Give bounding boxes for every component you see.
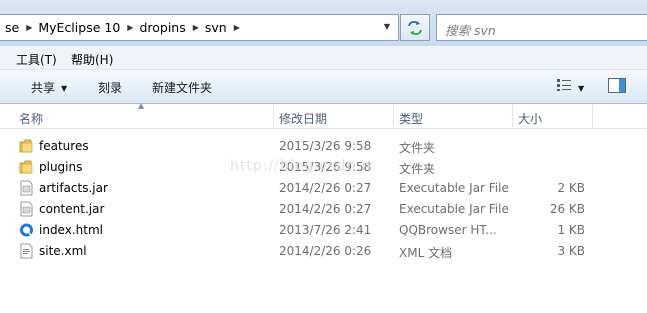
chevron-down-icon: ▼ [578,84,585,93]
file-size: 3 KB [557,244,585,258]
xml-file-icon [20,243,33,259]
file-row[interactable]: content.jar 2014/2/26 0:27 Executable Ja… [0,199,647,220]
file-row[interactable]: artifacts.jar 2014/2/26 0:27 Executable … [0,178,647,199]
file-type: XML 文档 [399,246,453,260]
file-list: features 2015/3/26 9:58 文件夹 plugins 2015… [0,136,647,262]
chevron-down-icon: ▼ [61,84,68,93]
breadcrumb-separator-icon[interactable]: ▶ [25,23,33,32]
jar-file-icon [20,201,33,217]
file-row[interactable]: plugins 2015/3/26 9:58 文件夹 [0,157,647,178]
column-headers: ▲ 名称 修改日期 类型 大小 [0,101,647,129]
file-date: 2015/3/26 9:58 [279,139,372,153]
search-placeholder: 搜索 svn [445,23,496,38]
column-divider[interactable] [273,104,274,128]
file-date: 2014/2/26 0:27 [279,181,372,195]
jar-file-icon [20,180,33,196]
file-date: 2014/2/26 0:27 [279,202,372,216]
file-size: 26 KB [549,202,585,216]
share-label: 共享 [31,81,56,95]
folder-icon [19,139,33,153]
file-type: Executable Jar File [399,202,509,216]
column-type[interactable]: 类型 [399,110,423,127]
file-size: 2 KB [557,181,585,195]
file-date: 2015/3/26 9:58 [279,160,372,174]
file-name: plugins [39,160,83,174]
menu-help[interactable]: 帮助(H) [71,51,113,68]
burn-button[interactable]: 刻录 [98,79,122,96]
command-toolbar: 共享 ▼ 刻录 新建文件夹 ▼ [0,70,647,104]
preview-pane-icon [608,78,626,93]
column-name[interactable]: 名称 [19,110,43,127]
sort-ascending-icon: ▲ [138,101,145,110]
html-file-icon [20,223,33,237]
file-type: Executable Jar File [399,181,509,195]
file-row[interactable]: features 2015/3/26 9:58 文件夹 [0,136,647,157]
file-size: 1 KB [557,223,585,237]
search-input[interactable]: 搜索 svn [436,14,647,41]
view-list-icon [557,79,571,91]
file-name: index.html [39,223,103,237]
menu-bar: 工具(T) 帮助(H) [0,46,647,70]
file-name: content.jar [39,202,105,216]
column-date[interactable]: 修改日期 [279,110,327,127]
new-folder-button[interactable]: 新建文件夹 [152,79,212,96]
refresh-icon [408,20,422,35]
address-dropdown-icon[interactable]: ▼ [384,22,390,31]
breadcrumb-separator-icon[interactable]: ▶ [233,23,241,32]
share-button[interactable]: 共享 ▼ [31,79,67,96]
breadcrumb-item[interactable]: dropins [134,20,191,35]
file-name: artifacts.jar [39,181,108,195]
menu-tools[interactable]: 工具(T) [16,51,57,68]
column-divider[interactable] [393,104,394,128]
file-type: 文件夹 [399,162,436,176]
view-options-button[interactable]: ▼ [556,78,584,95]
file-date: 2013/7/26 2:41 [279,223,372,237]
file-name: features [39,139,89,153]
address-bar-area: se ▶ MyEclipse 10 ▶ dropins ▶ svn ▶ ▼ 搜索… [0,0,647,46]
breadcrumb-item[interactable]: MyEclipse 10 [33,20,126,35]
file-type: 文件夹 [399,141,436,155]
breadcrumb-separator-icon[interactable]: ▶ [192,23,200,32]
file-date: 2014/2/26 0:26 [279,244,372,258]
file-row[interactable]: site.xml 2014/2/26 0:26 XML 文档 3 KB [0,241,647,262]
column-divider[interactable] [592,104,593,128]
file-row[interactable]: index.html 2013/7/26 2:41 QQBrowser HT..… [0,220,647,241]
column-divider[interactable] [512,104,513,128]
folder-icon [19,160,33,174]
breadcrumb-item[interactable]: se [0,20,25,35]
preview-pane-button[interactable] [608,78,626,96]
breadcrumb[interactable]: se ▶ MyEclipse 10 ▶ dropins ▶ svn ▶ ▼ [0,14,399,41]
breadcrumb-item[interactable]: svn [200,20,233,35]
file-name: site.xml [39,244,87,258]
breadcrumb-separator-icon[interactable]: ▶ [126,23,134,32]
file-type: QQBrowser HT... [399,223,497,237]
refresh-button[interactable] [400,14,430,41]
column-size[interactable]: 大小 [518,110,542,127]
